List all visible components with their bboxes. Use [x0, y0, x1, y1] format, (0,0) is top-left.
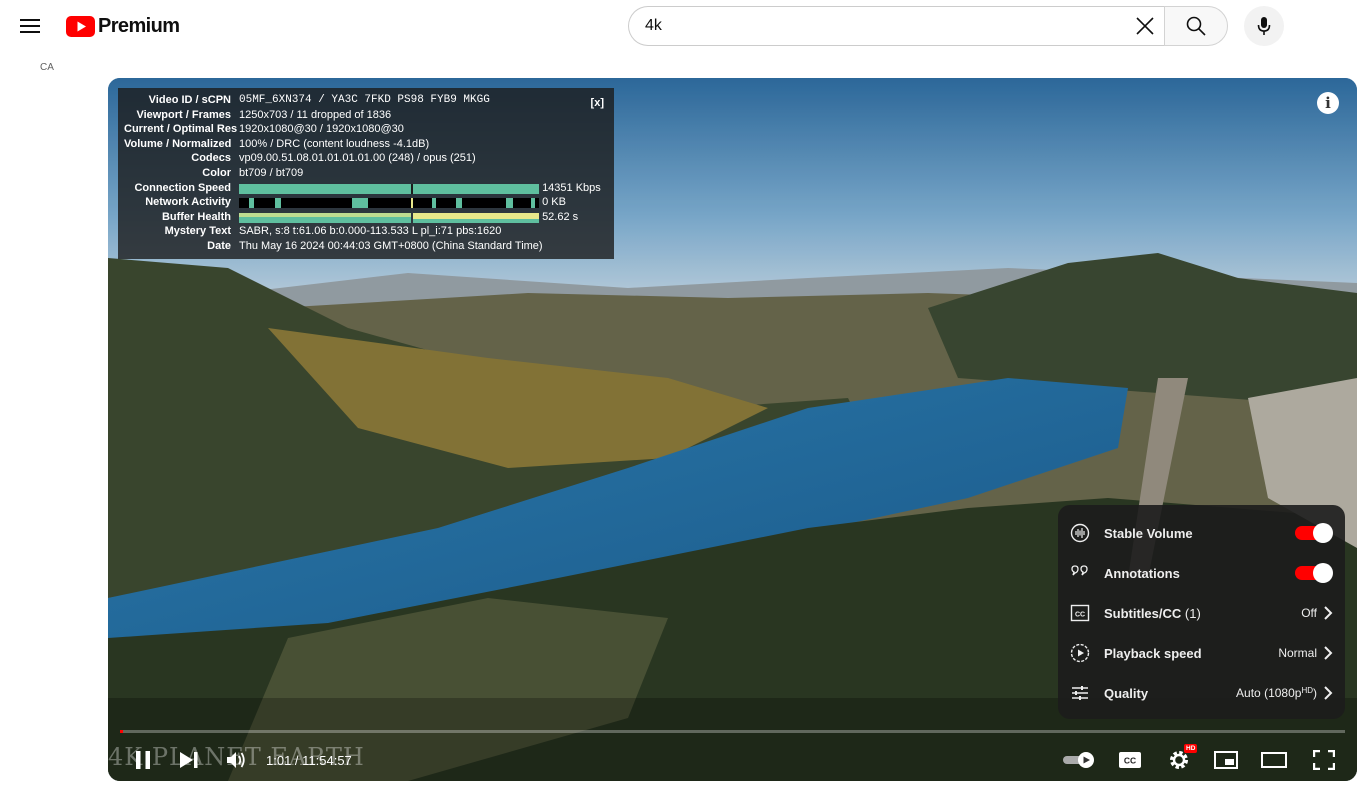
country-code: CA: [40, 62, 54, 73]
buffer-health-graph: [239, 212, 539, 223]
info-card-button[interactable]: i: [1317, 92, 1339, 114]
svg-text:CC: CC: [1124, 756, 1136, 766]
stats-row: Buffer Health 52.62 s: [161, 210, 579, 223]
autoplay-icon: [1063, 752, 1094, 768]
quality-value: Auto (1080pHD): [1236, 686, 1317, 700]
stats-row: Date Thu May 16 2024 00:44:03 GMT+0800 (C…: [207, 239, 543, 252]
close-icon: [1136, 17, 1154, 35]
stats-row: Color bt709 / bt709: [202, 166, 304, 179]
pause-button[interactable]: [130, 746, 156, 774]
miniplayer-icon: [1214, 751, 1238, 769]
stats-row: Connection Speed 14351 Kbps: [134, 181, 601, 194]
logo-text: Premium: [98, 14, 180, 37]
search-icon: [1186, 16, 1206, 36]
volume-icon: [227, 752, 245, 768]
video-player[interactable]: [x] Video ID / sCPN 05MF_6XN374 / YA3C 7F…: [108, 78, 1357, 781]
settings-button[interactable]: HD: [1164, 744, 1198, 774]
info-icon: i: [1325, 94, 1331, 112]
next-button[interactable]: [176, 746, 202, 774]
fullscreen-button[interactable]: [1310, 746, 1338, 774]
search-input[interactable]: 4k: [628, 6, 1165, 46]
masthead: Premium 4k: [0, 0, 1371, 56]
progress-bar[interactable]: [120, 730, 1345, 733]
settings-item-quality[interactable]: Quality Auto (1080pHD): [1058, 673, 1345, 713]
stats-close-button[interactable]: [x]: [591, 96, 604, 111]
svg-text:CC: CC: [1075, 612, 1085, 619]
fullscreen-icon: [1313, 750, 1335, 770]
settings-menu: Stable Volume Annotations CC Subtitles/C…: [1058, 505, 1345, 719]
playback-speed-value: Normal: [1278, 646, 1317, 660]
settings-item-annotations[interactable]: Annotations: [1058, 553, 1345, 593]
progress-played: [120, 730, 123, 733]
stats-row: Viewport / Frames 1250x703 / 11 dropped o…: [136, 108, 392, 121]
hamburger-menu-icon: [20, 19, 40, 33]
connection-speed-graph: [239, 183, 539, 194]
search-query[interactable]: 4k: [645, 17, 1125, 35]
quality-icon: [1070, 683, 1090, 703]
autoplay-toggle[interactable]: [1061, 746, 1097, 774]
voice-search-button[interactable]: [1244, 6, 1284, 46]
youtube-premium-logo[interactable]: Premium: [66, 14, 180, 38]
skip-next-icon: [180, 752, 198, 768]
youtube-logo-icon: [66, 15, 95, 37]
chevron-right-icon: [1324, 686, 1333, 700]
network-activity-graph: [239, 198, 539, 209]
stats-row: Volume / Normalized 100% / DRC (content l…: [124, 137, 430, 150]
hd-badge: HD: [1184, 744, 1198, 753]
settings-item-stable-volume[interactable]: Stable Volume: [1058, 513, 1345, 553]
menu-button[interactable]: [14, 10, 46, 42]
time-display: 1:01 / 11:54:57: [266, 753, 352, 768]
stats-row: Video ID / sCPN 05MF_6XN374 / YA3C 7FKD P…: [148, 94, 490, 106]
clear-search-button[interactable]: [1125, 6, 1165, 46]
miniplayer-button[interactable]: [1212, 746, 1240, 774]
stats-row: Network Activity 0 KB: [145, 196, 566, 209]
annotations-icon: [1070, 563, 1090, 583]
theater-mode-icon: [1261, 752, 1287, 768]
stats-row: Codecs vp09.00.51.08.01.01.01.01.00 (248)…: [191, 152, 476, 165]
stats-row: Mystery Text SABR, s:8 t:61.06 b:0.000-11…: [164, 225, 502, 238]
chevron-right-icon: [1324, 606, 1333, 620]
player-controls: 1:01 / 11:54:57 CC HD: [108, 742, 1357, 778]
closed-captions-icon: CC: [1119, 752, 1141, 768]
subtitles-button[interactable]: CC: [1116, 746, 1144, 774]
mute-button[interactable]: [223, 746, 251, 774]
theater-mode-button[interactable]: [1258, 746, 1290, 774]
settings-item-subtitles[interactable]: CC Subtitles/CC (1) Off: [1058, 593, 1345, 633]
stats-for-nerds-panel: [x] Video ID / sCPN 05MF_6XN374 / YA3C 7F…: [118, 88, 614, 259]
stats-row: Current / Optimal Res 1920x1080@30 / 1920…: [124, 123, 404, 136]
settings-item-playback-speed[interactable]: Playback speed Normal: [1058, 633, 1345, 673]
subtitles-value: Off: [1301, 606, 1317, 620]
microphone-icon: [1257, 17, 1271, 35]
stable-volume-toggle[interactable]: [1295, 523, 1333, 543]
stable-volume-icon: [1070, 523, 1090, 543]
annotations-toggle[interactable]: [1295, 563, 1333, 583]
pause-icon: [136, 751, 150, 769]
playback-speed-icon: [1070, 643, 1090, 663]
subtitles-icon: CC: [1070, 603, 1090, 623]
search-button[interactable]: [1164, 6, 1228, 46]
chevron-right-icon: [1324, 646, 1333, 660]
